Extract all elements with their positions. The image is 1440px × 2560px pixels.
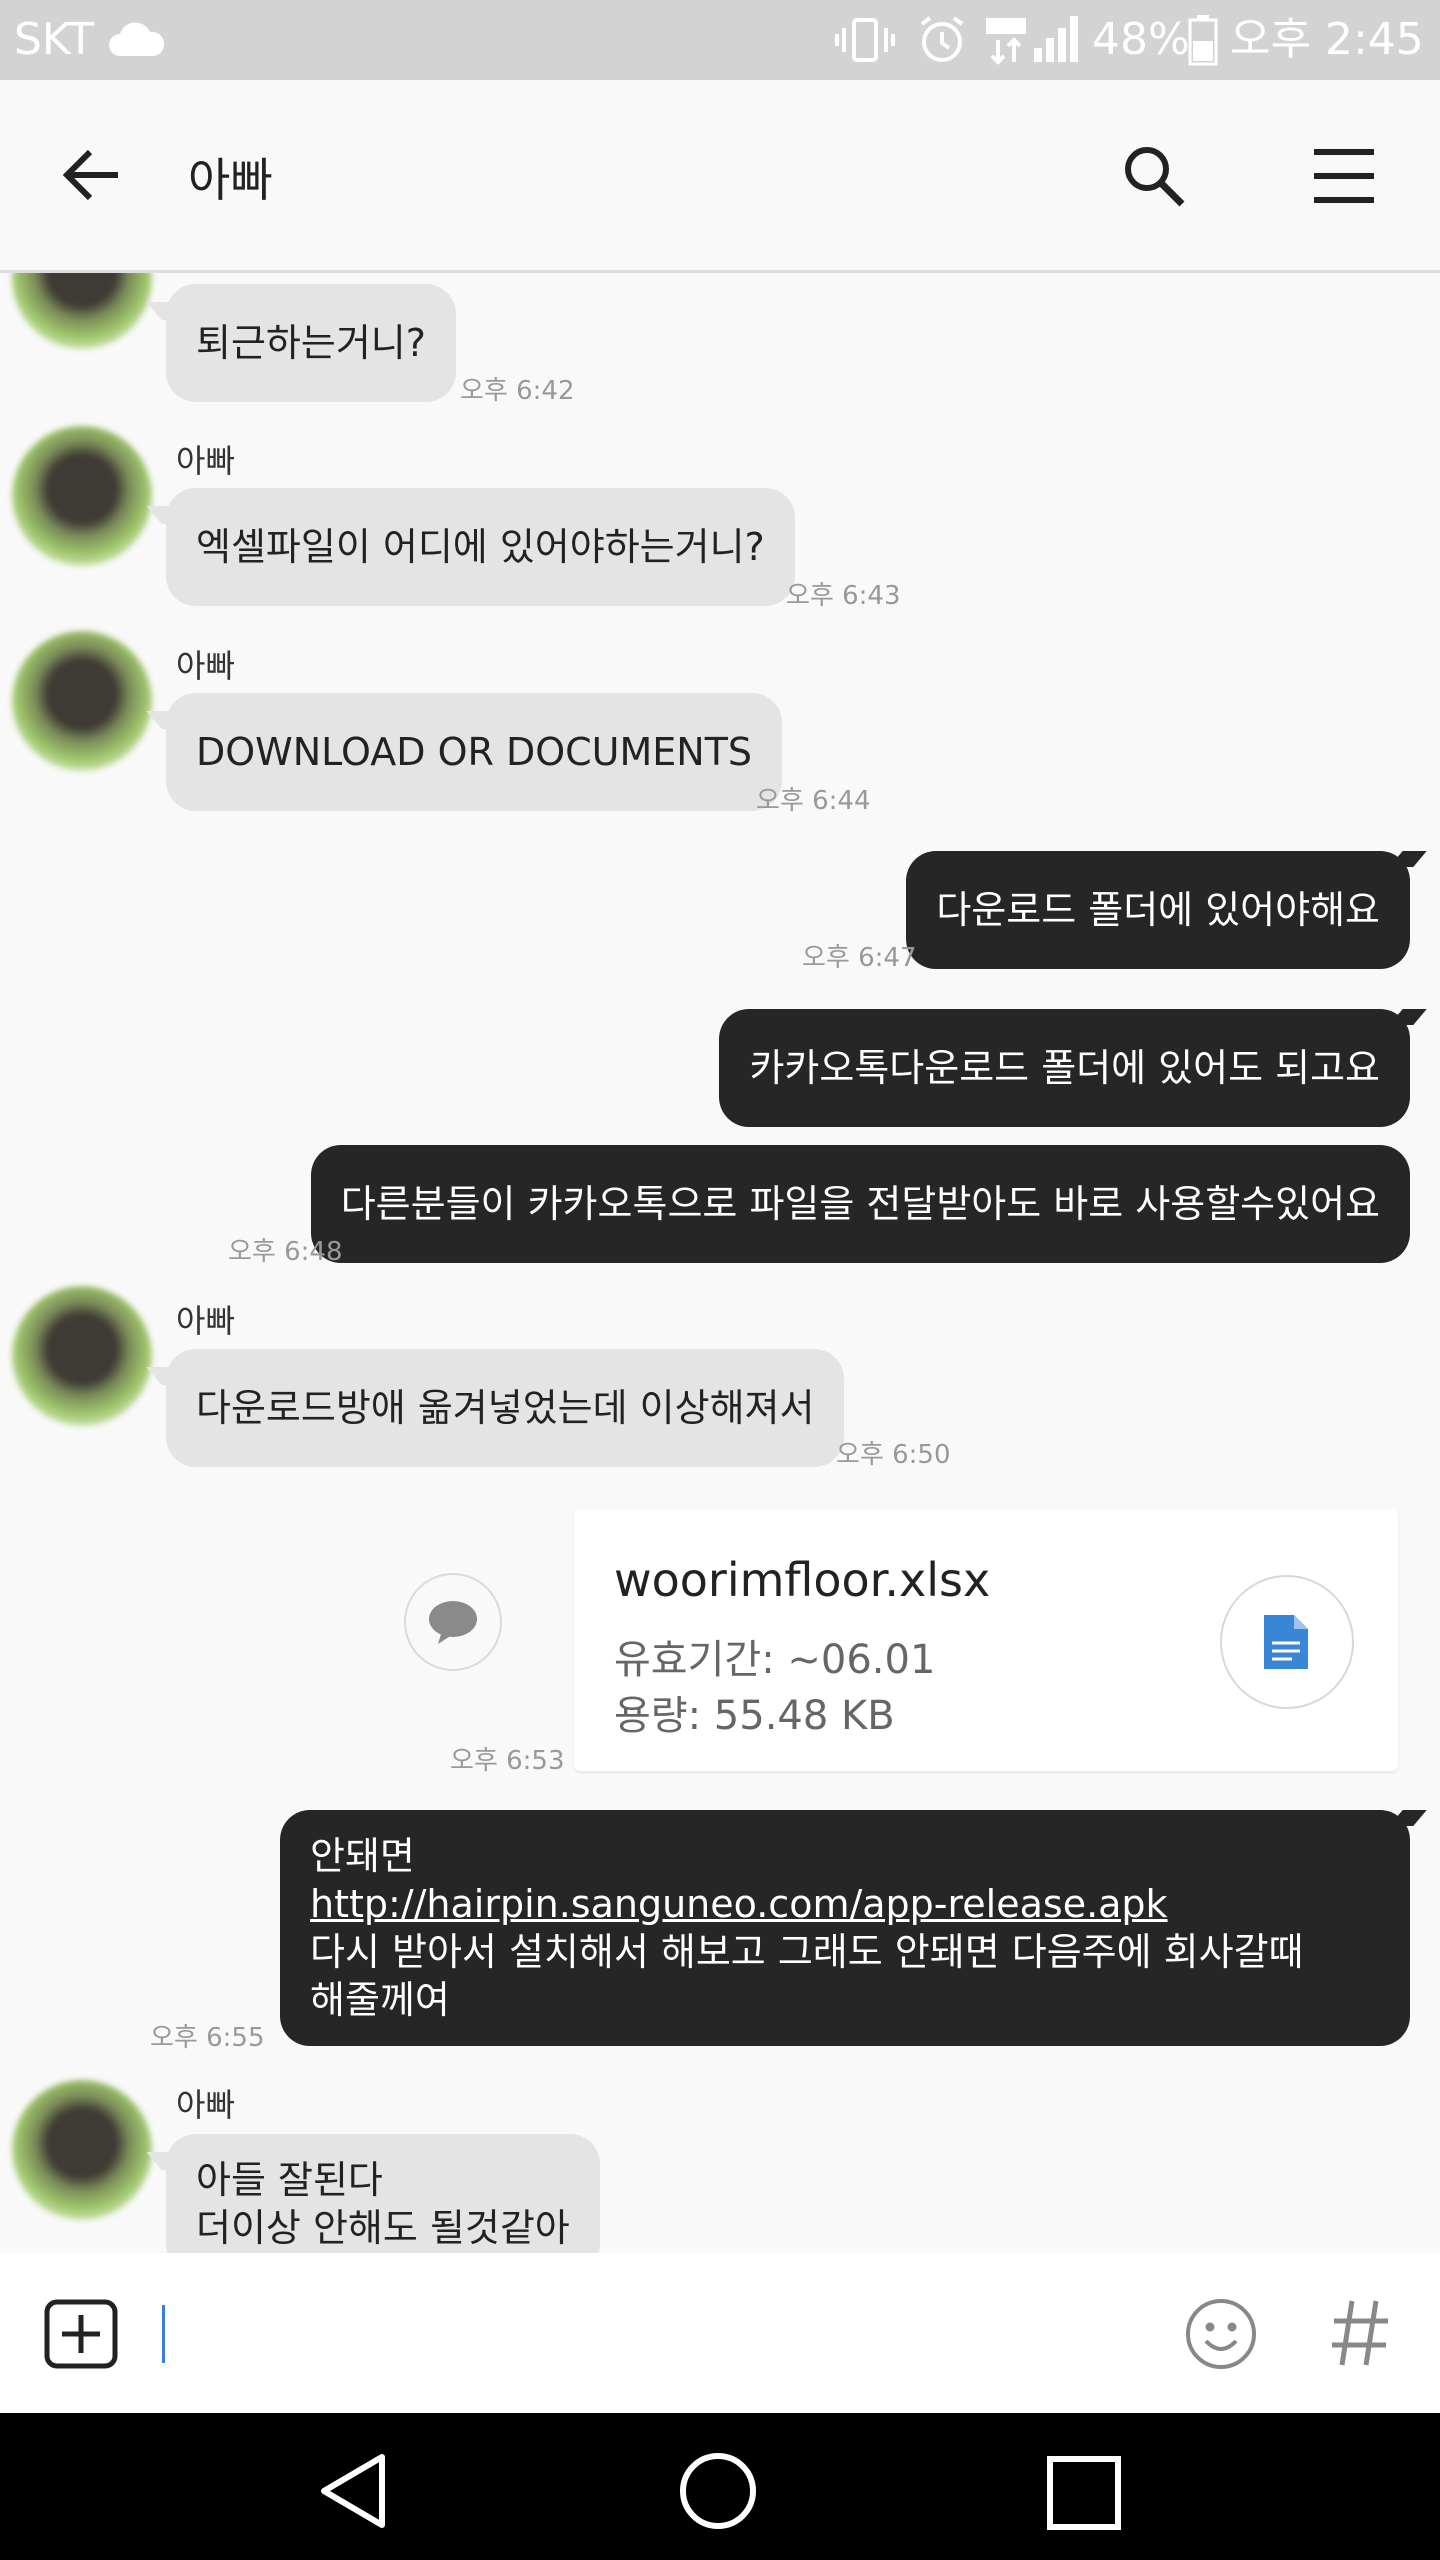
message-time: 오후 6:55 bbox=[150, 2023, 265, 2053]
clock: 오후 2:45 bbox=[1230, 14, 1424, 65]
message-bubble-outgoing[interactable]: 안돼면 http://hairpin.sanguneo.com/app-rele… bbox=[280, 1810, 1410, 2046]
lte-icon bbox=[986, 18, 1026, 65]
chat-header: 아빠 bbox=[0, 80, 1440, 273]
signal-icon bbox=[1034, 16, 1078, 62]
message-line: 해줄께여 bbox=[310, 1978, 450, 2022]
message-line: 안돼면 bbox=[310, 1834, 415, 1878]
avatar[interactable] bbox=[12, 2080, 152, 2220]
message-line: 더이상 안해도 될것같아 bbox=[196, 2206, 570, 2250]
system-nav-bar bbox=[0, 2413, 1440, 2560]
battery-percent: 48% bbox=[1092, 14, 1190, 65]
alarm-icon bbox=[920, 16, 964, 62]
recents-nav-icon[interactable] bbox=[1046, 2455, 1122, 2531]
file-expiry: 유효기간: ~06.01 bbox=[614, 1637, 936, 1683]
file-download-button[interactable] bbox=[1220, 1575, 1354, 1709]
search-icon[interactable] bbox=[1122, 144, 1186, 208]
file-size: 용량: 55.48 KB bbox=[614, 1693, 895, 1739]
message-bubble-incoming[interactable]: 아들 잘된다 더이상 안해도 될것같아 bbox=[166, 2134, 600, 2253]
file-name: woorimfloor.xlsx bbox=[614, 1553, 991, 1607]
vibrate-icon bbox=[835, 18, 895, 62]
back-nav-icon[interactable] bbox=[318, 2453, 388, 2529]
sender-name: 아빠 bbox=[176, 2086, 235, 2124]
cloud-icon bbox=[109, 22, 165, 56]
add-icon[interactable] bbox=[44, 2299, 118, 2369]
message-line: 다시 받아서 설치해서 해보고 그래도 안돼면 다음주에 회사갈때 bbox=[310, 1930, 1304, 1974]
status-bar: SKT 48% 오후 2:45 bbox=[0, 0, 1440, 80]
message-time: 오후 6:53 bbox=[450, 1746, 565, 1776]
share-message-button[interactable] bbox=[404, 1573, 502, 1671]
file-card[interactable]: woorimfloor.xlsx 유효기간: ~06.01 용량: 55.48 … bbox=[574, 1509, 1398, 1771]
text-cursor bbox=[162, 2305, 165, 2363]
message-line: 아들 잘된다 bbox=[196, 2158, 383, 2202]
speech-bubble-icon bbox=[429, 1601, 477, 1644]
emoticon-icon[interactable] bbox=[1184, 2297, 1258, 2371]
battery-icon bbox=[1188, 15, 1218, 66]
chat-title: 아빠 bbox=[188, 153, 273, 207]
menu-icon[interactable] bbox=[1312, 148, 1376, 204]
home-nav-icon[interactable] bbox=[678, 2451, 758, 2531]
document-icon bbox=[1264, 1615, 1308, 1669]
message-input[interactable] bbox=[170, 2293, 1134, 2375]
message-link[interactable]: http://hairpin.sanguneo.com/app-release.… bbox=[310, 1882, 1168, 1926]
back-arrow-icon[interactable] bbox=[62, 148, 122, 202]
carrier-label: SKT bbox=[14, 14, 95, 65]
message-input-bar bbox=[0, 2253, 1440, 2413]
last-message-clip: 아빠 아들 잘된다 더이상 안해도 될것같아 bbox=[0, 2060, 1440, 2253]
hashtag-icon[interactable] bbox=[1330, 2297, 1390, 2369]
